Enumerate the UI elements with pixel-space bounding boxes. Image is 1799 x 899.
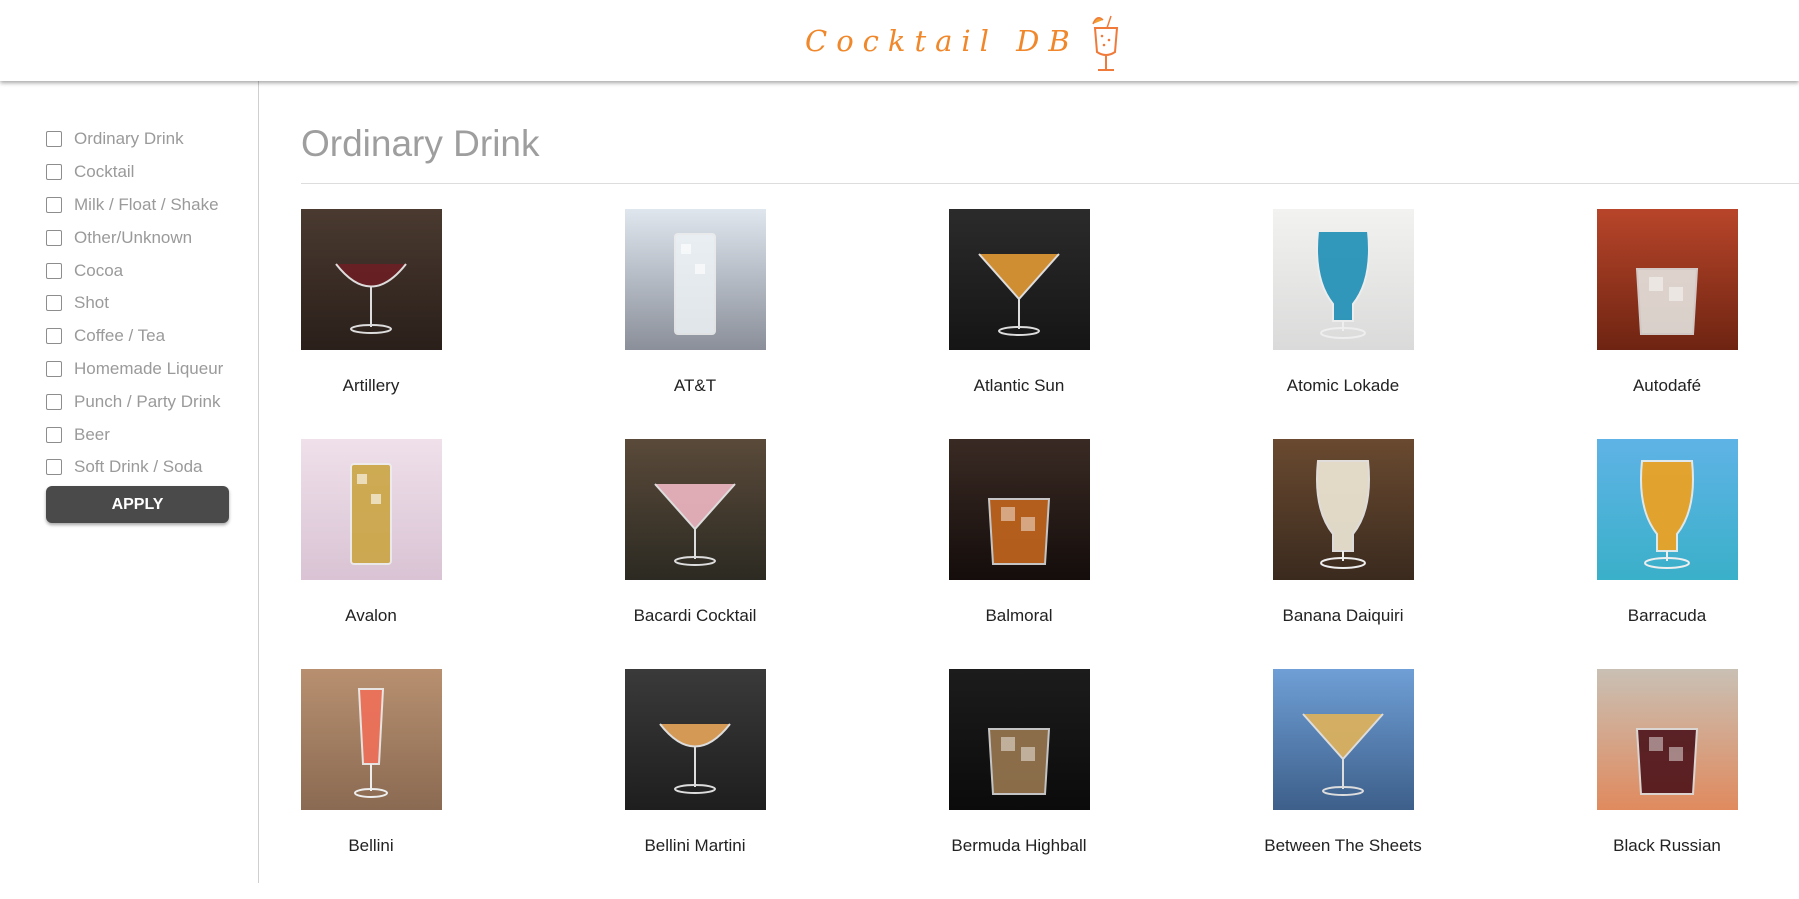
filter-option[interactable]: Cocktail — [46, 156, 223, 189]
filter-checkbox[interactable] — [46, 328, 62, 345]
filter-option[interactable]: Shot — [46, 287, 223, 320]
filter-checkbox[interactable] — [46, 426, 62, 443]
filter-checkbox[interactable] — [46, 196, 62, 213]
drink-name[interactable]: Autodafé — [1577, 372, 1757, 400]
filter-checkbox[interactable] — [46, 393, 62, 410]
filter-option[interactable]: Other/Unknown — [46, 221, 223, 254]
drink-thumbnail[interactable] — [949, 209, 1090, 350]
page-title: Ordinary Drink — [301, 123, 540, 164]
filter-option[interactable]: Homemade Liqueur — [46, 353, 223, 386]
app-header: Cocktail DB — [0, 0, 1799, 81]
drink-card[interactable]: Atomic Lokade — [1273, 209, 1414, 439]
category-filter-list: Ordinary Drink Cocktail Milk / Float / Sha… — [46, 123, 223, 484]
filter-option[interactable]: Coffee / Tea — [46, 320, 223, 353]
drink-thumbnail[interactable] — [625, 439, 766, 580]
filter-option[interactable]: Beer — [46, 418, 223, 451]
drink-card[interactable]: Autodafé — [1597, 209, 1738, 439]
filter-checkbox[interactable] — [46, 164, 62, 181]
drink-name[interactable]: Bellini — [281, 832, 461, 860]
filter-label: Cocktail — [74, 162, 135, 182]
filter-sidebar: Ordinary Drink Cocktail Milk / Float / Sha… — [0, 81, 259, 883]
apply-button[interactable]: APPLY — [46, 486, 229, 523]
drink-thumbnail[interactable] — [1273, 439, 1414, 580]
filter-label: Coffee / Tea — [74, 326, 166, 346]
drink-card[interactable]: Artillery — [301, 209, 442, 439]
drink-thumbnail[interactable] — [1273, 669, 1414, 810]
drink-name[interactable]: Bacardi Cocktail — [605, 602, 785, 630]
filter-label: Homemade Liqueur — [74, 358, 224, 378]
drink-card[interactable]: Bermuda Highball — [949, 669, 1090, 899]
drink-card[interactable]: Bellini Martini — [625, 669, 766, 899]
drink-thumbnail[interactable] — [949, 439, 1090, 580]
filter-option[interactable]: Punch / Party Drink — [46, 385, 223, 418]
drink-card[interactable]: Atlantic Sun — [949, 209, 1090, 439]
drink-name[interactable]: Black Russian — [1577, 832, 1757, 860]
filter-checkbox[interactable] — [46, 360, 62, 377]
drink-thumbnail[interactable] — [949, 669, 1090, 810]
drink-grid: Artillery AT&T Atlantic Sun Atomic Lokad… — [301, 209, 1738, 899]
drink-name[interactable]: Artillery — [281, 372, 461, 400]
drink-thumbnail[interactable] — [1597, 439, 1738, 580]
drink-thumbnail[interactable] — [301, 209, 442, 350]
title-divider — [301, 183, 1799, 184]
drink-card[interactable]: Black Russian — [1597, 669, 1738, 899]
drink-name[interactable]: Atlantic Sun — [929, 372, 1109, 400]
filter-checkbox[interactable] — [46, 229, 62, 246]
drink-thumbnail[interactable] — [1273, 209, 1414, 350]
drink-name[interactable]: Between The Sheets — [1253, 832, 1433, 860]
filter-label: Cocoa — [74, 260, 124, 280]
filter-option[interactable]: Ordinary Drink — [46, 123, 223, 156]
filter-option[interactable]: Milk / Float / Shake — [46, 189, 223, 222]
drink-name[interactable]: Avalon — [281, 602, 461, 630]
filter-option[interactable]: Soft Drink / Soda — [46, 451, 223, 484]
filter-checkbox[interactable] — [46, 459, 62, 476]
drink-thumbnail[interactable] — [301, 439, 442, 580]
drink-card[interactable]: Bellini — [301, 669, 442, 899]
drink-thumbnail[interactable] — [1597, 209, 1738, 350]
filter-checkbox[interactable] — [46, 262, 62, 279]
main-content: Ordinary Drink Artillery AT&T Atlantic S… — [260, 81, 1799, 883]
drink-card[interactable]: Between The Sheets — [1264, 669, 1422, 899]
drink-thumbnail[interactable] — [301, 669, 442, 810]
drink-card[interactable]: Bacardi Cocktail — [625, 439, 766, 669]
filter-option[interactable]: Cocoa — [46, 254, 223, 287]
drink-name[interactable]: Bellini Martini — [605, 832, 785, 860]
filter-label: Ordinary Drink — [74, 129, 184, 149]
drink-card[interactable]: Barracuda — [1597, 439, 1738, 669]
logo-text: Cocktail DB — [805, 24, 1079, 58]
filter-label: Milk / Float / Shake — [74, 194, 219, 214]
drink-thumbnail[interactable] — [625, 209, 766, 350]
drink-card[interactable]: Balmoral — [949, 439, 1090, 669]
cocktail-glass-icon — [1092, 15, 1118, 71]
drink-thumbnail[interactable] — [625, 669, 766, 810]
filter-checkbox[interactable] — [46, 295, 62, 312]
drink-name[interactable]: Bermuda Highball — [929, 832, 1109, 860]
filter-checkbox[interactable] — [46, 131, 62, 148]
drink-name[interactable]: Banana Daiquiri — [1253, 602, 1433, 630]
drink-card[interactable]: Banana Daiquiri — [1273, 439, 1414, 669]
drink-name[interactable]: Barracuda — [1577, 602, 1757, 630]
drink-name[interactable]: Balmoral — [929, 602, 1109, 630]
filter-label: Beer — [74, 424, 110, 444]
drink-card[interactable]: AT&T — [625, 209, 766, 439]
logo[interactable]: Cocktail DB — [805, 8, 1125, 74]
filter-label: Soft Drink / Soda — [74, 457, 203, 477]
filter-label: Shot — [74, 293, 109, 313]
drink-name[interactable]: AT&T — [605, 372, 785, 400]
filter-label: Punch / Party Drink — [74, 391, 221, 411]
drink-name[interactable]: Atomic Lokade — [1253, 372, 1433, 400]
drink-thumbnail[interactable] — [1597, 669, 1738, 810]
drink-card[interactable]: Avalon — [301, 439, 442, 669]
filter-label: Other/Unknown — [74, 227, 193, 247]
